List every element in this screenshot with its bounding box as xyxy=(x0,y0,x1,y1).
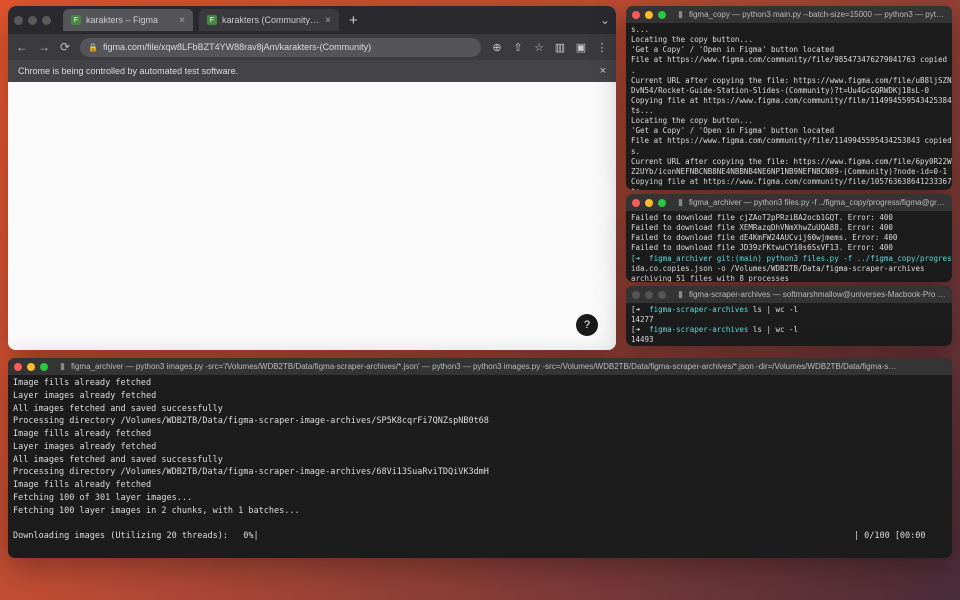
terminal-scraper-archives: ▮ figma-scraper-archives — softmarshmall… xyxy=(626,286,952,346)
browser-tabbar: F karakters – Figma × F karakters (Commu… xyxy=(8,6,616,34)
minimize-icon[interactable] xyxy=(645,199,653,207)
tab-close-icon[interactable]: × xyxy=(325,15,331,26)
toolbar-right: ⊕ ⇧ ☆ ▥ ▣ ⋮ xyxy=(491,41,608,53)
terminal-figma-copy: ▮ figma_copy — python3 main.py --batch-s… xyxy=(626,6,952,190)
terminal-titlebar[interactable]: ▮ figma_copy — python3 main.py --batch-s… xyxy=(626,6,952,23)
reload-icon[interactable]: ⟳ xyxy=(60,40,70,54)
minimize-icon[interactable] xyxy=(645,291,653,299)
minimize-icon[interactable] xyxy=(28,16,37,25)
close-icon[interactable] xyxy=(14,16,23,25)
folder-icon: ▮ xyxy=(60,361,65,372)
lock-icon: 🔒 xyxy=(88,43,98,52)
extensions-icon[interactable]: ▥ xyxy=(554,41,566,53)
close-icon[interactable] xyxy=(632,199,640,207)
close-icon[interactable] xyxy=(632,291,640,299)
close-icon[interactable] xyxy=(14,363,22,371)
terminal-body[interactable]: [➜ figma-scraper-archives ls | wc -l 142… xyxy=(626,303,952,346)
terminal-titlebar[interactable]: ▮ figma_archiver — python3 files.py -f .… xyxy=(626,194,952,211)
terminal-title: figma_copy — python3 main.py --batch-siz… xyxy=(689,10,946,19)
terminal-title: figma-scraper-archives — softmarshmallow… xyxy=(689,290,946,299)
infobar-text: Chrome is being controlled by automated … xyxy=(18,66,238,76)
tab-title: karakters (Community) – Figm… xyxy=(222,15,320,25)
terminal-titlebar[interactable]: ▮ figma-scraper-archives — softmarshmall… xyxy=(626,286,952,303)
page-body: ? xyxy=(8,82,616,350)
url-text: figma.com/file/xqw8LFbBZT4YW88rav8jAm/ka… xyxy=(103,42,371,52)
forward-icon[interactable]: → xyxy=(38,40,50,54)
maximize-icon[interactable] xyxy=(42,16,51,25)
new-tab-button[interactable]: + xyxy=(345,12,362,29)
translate-icon[interactable]: ⊕ xyxy=(491,41,503,53)
browser-window: F karakters – Figma × F karakters (Commu… xyxy=(8,6,616,350)
folder-icon: ▮ xyxy=(678,9,683,20)
minimize-icon[interactable] xyxy=(27,363,35,371)
terminal-title: figma_archiver — python3 images.py -src=… xyxy=(71,362,946,371)
chevron-down-icon[interactable]: ⌄ xyxy=(600,13,610,27)
close-icon[interactable] xyxy=(632,11,640,19)
maximize-icon[interactable] xyxy=(658,291,666,299)
figma-icon: F xyxy=(71,15,81,25)
terminal-body[interactable]: s... Locating the copy button... 'Get a … xyxy=(626,23,952,190)
url-input[interactable]: 🔒 figma.com/file/xqw8LFbBZT4YW88rav8jAm/… xyxy=(80,38,481,57)
bookmark-icon[interactable]: ☆ xyxy=(533,41,545,53)
back-icon[interactable]: ← xyxy=(16,40,28,54)
help-icon: ? xyxy=(584,319,590,331)
address-bar: ← → ⟳ 🔒 figma.com/file/xqw8LFbBZT4YW88ra… xyxy=(8,34,616,60)
tab-title: karakters – Figma xyxy=(86,15,174,25)
help-button[interactable]: ? xyxy=(576,314,598,336)
tab-karakters-community[interactable]: F karakters (Community) – Figm… × xyxy=(199,9,339,31)
folder-icon: ▮ xyxy=(678,197,683,208)
terminal-titlebar[interactable]: ▮ figma_archiver — python3 images.py -sr… xyxy=(8,358,952,375)
terminal-body[interactable]: Failed to download file cjZAoT2pPRziBA2o… xyxy=(626,211,952,282)
figma-icon: F xyxy=(207,15,217,25)
tab-karakters[interactable]: F karakters – Figma × xyxy=(63,9,193,31)
share-icon[interactable]: ⇧ xyxy=(512,41,524,53)
profile-icon[interactable]: ▣ xyxy=(575,41,587,53)
window-traffic-lights[interactable] xyxy=(14,16,51,25)
terminal-title: figma_archiver — python3 files.py -f ../… xyxy=(689,198,946,207)
maximize-icon[interactable] xyxy=(658,199,666,207)
folder-icon: ▮ xyxy=(678,289,683,300)
menu-icon[interactable]: ⋮ xyxy=(596,41,608,53)
tab-close-icon[interactable]: × xyxy=(179,15,185,26)
automation-infobar: Chrome is being controlled by automated … xyxy=(8,60,616,82)
minimize-icon[interactable] xyxy=(645,11,653,19)
terminal-images-archiver: ▮ figma_archiver — python3 images.py -sr… xyxy=(8,358,952,558)
infobar-close-icon[interactable]: × xyxy=(600,65,606,77)
maximize-icon[interactable] xyxy=(658,11,666,19)
maximize-icon[interactable] xyxy=(40,363,48,371)
terminal-figma-archiver: ▮ figma_archiver — python3 files.py -f .… xyxy=(626,194,952,282)
terminal-body[interactable]: Image fills already fetched Layer images… xyxy=(8,375,952,558)
